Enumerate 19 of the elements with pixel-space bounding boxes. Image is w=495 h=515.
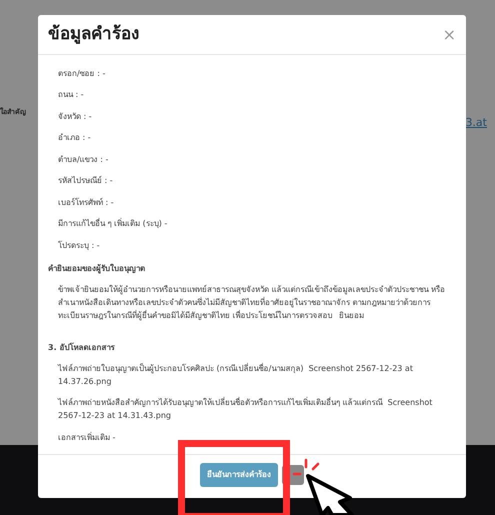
section-heading: 3. อัปโหลดเอกสาร xyxy=(48,342,116,354)
consent-text: ข้าพเจ้ายินยอมให้ผู้อำนวยการหรือนายแพทย์สาธารณสุขจังหวัด แล้วแต่กรณีเข้าถึงข้อมูลเลขประจำตัวประชาชน หรือ สำเนาหนังสือเดินทางหรือเลขประจำตัวคนซึ่งไม่มีสัญชาติไทยที่อาศัยอยู่ในราชอาณาจักร ตามกฎหมายว่าด้วยการทะเบียนราษฎรในกรณีที่ผู้ยื่นคำขอมิได้มีสัญชาติไทย เพื่อประโยชน์ในการตรวจสอบ ยินยอม xyxy=(57,284,446,322)
field-row: จังหวัด : - xyxy=(58,110,92,123)
field-row: ถนน : - xyxy=(58,89,84,102)
field-row: เบอร์โทรศัพท์ : - xyxy=(58,196,114,209)
section-heading: คำยินยอมของผู้รับใบอนุญาต xyxy=(48,262,146,274)
field-row: เอกสารเพิ่มเติม - xyxy=(58,432,116,444)
field-row: อำเภอ : - xyxy=(58,132,91,144)
upload-row-text: ไฟล์ภาพถ่ายใบอนุญาตเป็นผู้ประกอบโรคศิลปะ (กรณีเปลี่ยนชื่อ/นามสกุล) Screenshot 2567-12-23 at 14.37.26.png xyxy=(56,362,414,388)
field-row: ตรอก/ซอย : - xyxy=(58,68,106,80)
field-row: ตำบล/แขวง : - xyxy=(58,154,108,166)
close-button[interactable]: × xyxy=(442,26,456,42)
file-link[interactable]: 3.at xyxy=(465,107,491,445)
confirm-button[interactable]: ยืนยันการส่งคำร้อง xyxy=(200,462,278,486)
dialog-title: ข้อมูลคำร้อง xyxy=(48,22,139,46)
upload-row-text: ไฟล์ภาพถ่ายหนังสือสำคัญการได้รับอนุญาตให้เปลี่ยนชื่อตัวหรือการแก้ไขเพิ่มเติมอื่นๆ แล้วแต่กรณี Screenshot 2567-12-23 at 14.31.43.png xyxy=(56,396,434,422)
field-row: รหัสไปรษณีย์ : - xyxy=(58,175,113,188)
field-row: มีการแก้ไขอื่น ๆ เพิ่มเติม (ระบุ) - xyxy=(58,218,168,230)
field-row: โปรดระบุ : - xyxy=(58,240,100,252)
